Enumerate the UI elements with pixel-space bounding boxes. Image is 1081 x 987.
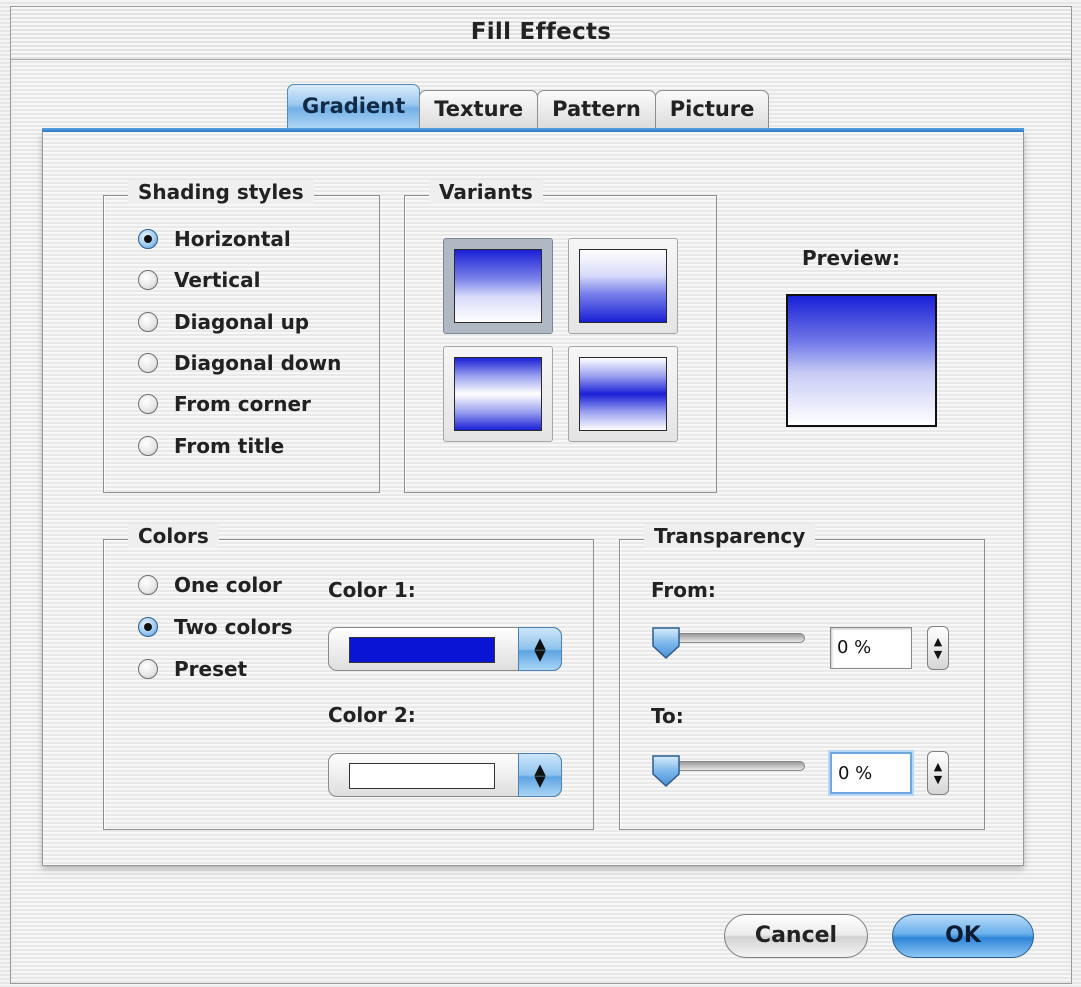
- colors-label: Colors: [128, 524, 219, 548]
- color-2-label: Color 2:: [328, 703, 416, 727]
- to-percent-field[interactable]: 0 %: [830, 752, 912, 794]
- color-1-swatch: [349, 637, 495, 663]
- variant-2[interactable]: [568, 238, 678, 334]
- radio-from-title[interactable]: From title: [138, 434, 284, 458]
- variant-4[interactable]: [568, 346, 678, 442]
- variant-4-swatch: [579, 357, 667, 431]
- dialog-title: Fill Effects: [470, 19, 612, 45]
- radio-button[interactable]: [138, 436, 158, 456]
- radio-from-corner[interactable]: From corner: [138, 392, 311, 416]
- radio-two-colors-label: Two colors: [174, 615, 293, 639]
- variant-3[interactable]: [443, 346, 553, 442]
- color-2-swatch: [349, 763, 495, 789]
- variant-1-swatch: [454, 249, 542, 323]
- variant-2-swatch: [579, 249, 667, 323]
- popup-arrows-icon: ▲ ▼: [518, 627, 562, 671]
- color-1-label: Color 1:: [328, 578, 416, 602]
- radio-button[interactable]: [138, 270, 158, 290]
- stepper-up-icon[interactable]: ▲: [934, 760, 942, 773]
- radio-vertical-label: Vertical: [174, 268, 261, 292]
- radio-button-selected[interactable]: [138, 617, 158, 637]
- radio-from-title-label: From title: [174, 434, 285, 458]
- radio-diagonal-up[interactable]: Diagonal up: [138, 310, 309, 334]
- radio-vertical[interactable]: Vertical: [138, 268, 260, 292]
- from-label: From:: [651, 578, 716, 602]
- tab-gradient[interactable]: Gradient: [287, 84, 421, 128]
- stepper-down-icon[interactable]: ▼: [934, 773, 942, 786]
- ok-button[interactable]: OK: [892, 914, 1034, 958]
- gradient-preview: [786, 294, 937, 427]
- preview-label: Preview:: [802, 246, 901, 270]
- radio-diagonal-up-label: Diagonal up: [174, 310, 310, 334]
- radio-button[interactable]: [138, 353, 158, 373]
- radio-button-selected[interactable]: [138, 229, 158, 249]
- radio-button[interactable]: [138, 575, 158, 595]
- tab-texture[interactable]: Texture: [419, 90, 539, 128]
- from-slider-thumb[interactable]: [650, 626, 682, 660]
- radio-horizontal[interactable]: Horizontal: [138, 227, 291, 251]
- variant-1[interactable]: [443, 238, 553, 334]
- transparency-label: Transparency: [644, 524, 816, 548]
- radio-one-color-label: One color: [174, 573, 282, 597]
- to-slider-thumb[interactable]: [650, 754, 682, 788]
- tab-picture[interactable]: Picture: [654, 90, 770, 128]
- title-bar[interactable]: Fill Effects: [11, 7, 1071, 60]
- color-1-popup[interactable]: ▲ ▼: [328, 627, 562, 671]
- radio-horizontal-label: Horizontal: [174, 227, 291, 251]
- tab-bar: Gradient Texture Pattern Picture: [287, 84, 770, 128]
- radio-diagonal-down[interactable]: Diagonal down: [138, 351, 341, 375]
- from-stepper[interactable]: ▲ ▼: [927, 626, 949, 670]
- radio-one-color[interactable]: One color: [138, 573, 282, 597]
- variant-3-swatch: [454, 357, 542, 431]
- color-2-popup[interactable]: ▲ ▼: [328, 753, 562, 797]
- to-label: To:: [651, 704, 684, 728]
- radio-two-colors[interactable]: Two colors: [138, 615, 293, 639]
- radio-button[interactable]: [138, 312, 158, 332]
- tab-pattern[interactable]: Pattern: [537, 90, 656, 128]
- radio-button[interactable]: [138, 659, 158, 679]
- radio-preset[interactable]: Preset: [138, 657, 247, 681]
- to-stepper[interactable]: ▲ ▼: [927, 751, 949, 795]
- variants-label: Variants: [429, 180, 543, 204]
- radio-preset-label: Preset: [174, 657, 248, 681]
- popup-arrows-icon: ▲ ▼: [518, 753, 562, 797]
- radio-diagonal-down-label: Diagonal down: [174, 351, 342, 375]
- shading-styles-label: Shading styles: [128, 180, 314, 204]
- radio-from-corner-label: From corner: [174, 392, 311, 416]
- cancel-button[interactable]: Cancel: [724, 914, 868, 958]
- radio-button[interactable]: [138, 394, 158, 414]
- from-percent-field[interactable]: 0 %: [830, 627, 912, 669]
- stepper-down-icon[interactable]: ▼: [934, 648, 942, 661]
- stepper-up-icon[interactable]: ▲: [934, 635, 942, 648]
